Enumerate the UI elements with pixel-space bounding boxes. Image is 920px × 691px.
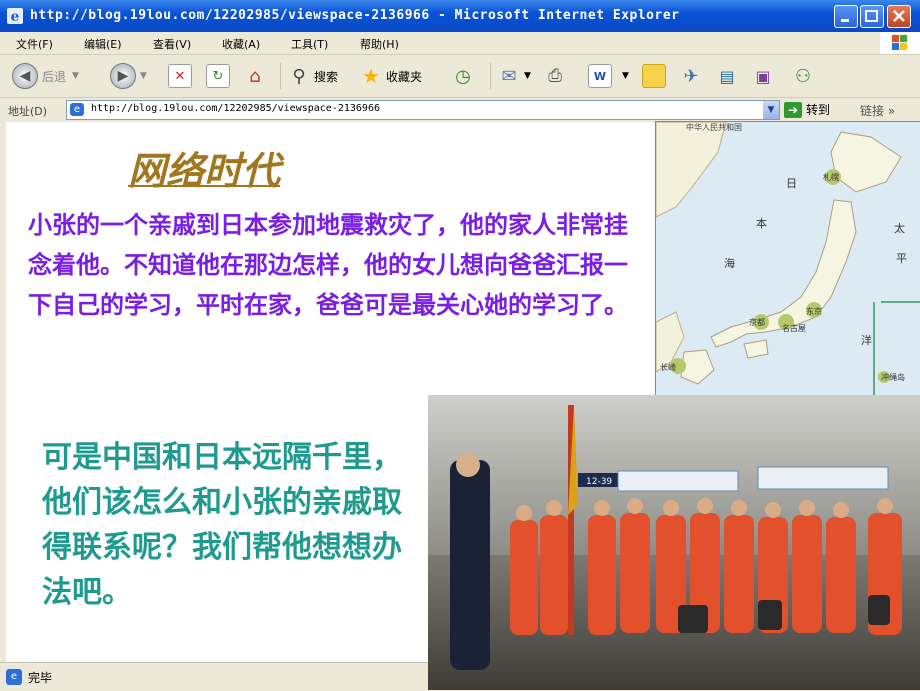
japan-map-image: 中华人民共和国 日 本 海 太 平 洋 札幌 京都 名古屋 东京 长崎 冲绳岛 — [655, 121, 920, 399]
mail-icon: ✉ — [501, 65, 517, 87]
menu-file[interactable]: 文件(F) — [16, 36, 53, 52]
links-label: 链接 — [860, 104, 885, 118]
window-title-bar[interactable]: e http://blog.19lou.com/12202985/viewspa… — [0, 0, 920, 32]
map-label: 太 — [894, 222, 905, 235]
links-button[interactable]: 链接 » — [860, 102, 895, 119]
close-icon — [893, 10, 905, 22]
dropdown-arrow-icon: ▼ — [524, 71, 531, 81]
dropdown-arrow-icon: ▼ — [72, 71, 79, 81]
address-input[interactable]: e http://blog.19lou.com/12202985/viewspa… — [66, 100, 780, 120]
forward-arrow-icon: ▶ — [110, 63, 136, 89]
svg-text:e: e — [11, 9, 20, 25]
search-button[interactable]: ⚲ 搜索 — [288, 62, 338, 90]
media-button[interactable]: ▣ — [752, 62, 778, 90]
slide-paragraph-2: 可是中国和日本远隔千里，他们该怎么和小张的亲戚取得联系呢？我们帮他想想办法吧。 — [42, 440, 402, 610]
home-button[interactable]: ⌂ — [244, 62, 270, 90]
address-label: 地址(D) — [8, 105, 48, 118]
status-bar: e 完毕 — [0, 662, 428, 691]
menu-bar: 文件(F) 编辑(E) 查看(V) 收藏(A) 工具(T) 帮助(H) — [0, 32, 920, 55]
rescue-team-photo: 12-39 — [428, 395, 920, 690]
map-label: 长崎 — [660, 362, 676, 372]
map-label: 海 — [724, 256, 735, 270]
address-dropdown-icon[interactable]: ▼ — [763, 101, 779, 119]
minimize-icon — [841, 19, 849, 22]
map-label: 东京 — [806, 306, 822, 316]
print-button[interactable]: ⎙ — [544, 62, 570, 90]
edit-word-button[interactable]: W ▼ — [588, 62, 629, 90]
go-label: 转到 — [806, 103, 831, 117]
go-button[interactable]: ➔ 转到 — [784, 101, 830, 118]
back-label: 后退 — [42, 69, 67, 84]
favorites-star-icon: ★ — [362, 64, 380, 88]
mail-button[interactable]: ✉ ▼ — [498, 62, 531, 90]
research-icon: ▤ — [719, 66, 735, 86]
forward-button[interactable]: ▶ ▼ — [110, 62, 147, 90]
map-label: 冲绳岛 — [881, 372, 905, 382]
toolbar: ◀ 后退 ▼ ▶ ▼ ✕ ↻ ⌂ ⚲ 搜索 ★ 收藏夹 ◷ ✉ ▼ ⎙ W ▼ … — [0, 55, 920, 98]
map-label: 名古屋 — [782, 323, 806, 333]
map-label: 本 — [756, 216, 767, 230]
map-label: 日 — [786, 177, 797, 190]
search-icon: ⚲ — [292, 65, 306, 87]
discuss-button[interactable] — [642, 62, 670, 90]
contacts-button[interactable]: ⚇ — [792, 62, 818, 90]
toolbar-separator — [280, 63, 281, 89]
minimize-button[interactable] — [834, 5, 858, 28]
refresh-icon: ↻ — [206, 64, 230, 88]
favorites-label: 收藏夹 — [386, 69, 423, 84]
history-button[interactable]: ◷ — [452, 62, 478, 90]
back-arrow-icon: ◀ — [12, 63, 38, 89]
messenger-button[interactable]: ✈ — [680, 62, 706, 90]
menu-favorites[interactable]: 收藏(A) — [222, 36, 260, 52]
dropdown-arrow-icon: ▼ — [622, 71, 629, 81]
menu-tools[interactable]: 工具(T) — [291, 36, 328, 52]
page-done-icon: e — [6, 669, 22, 685]
print-icon: ⎙ — [548, 66, 562, 86]
refresh-button[interactable]: ↻ — [206, 62, 234, 90]
folder-icon — [642, 64, 666, 88]
favorites-button[interactable]: ★ 收藏夹 — [360, 62, 422, 90]
windows-logo-icon — [880, 32, 920, 54]
map-label: 札幌 — [823, 172, 839, 182]
map-label: 洋 — [861, 333, 872, 347]
menu-view[interactable]: 查看(V) — [153, 36, 191, 52]
research-button[interactable]: ▤ — [716, 62, 742, 90]
word-icon: W — [588, 64, 612, 88]
map-header: 中华人民共和国 — [686, 122, 742, 132]
sign-number: 12-39 — [586, 477, 612, 487]
close-button[interactable] — [887, 5, 911, 28]
toolbar-separator — [490, 63, 491, 89]
search-label: 搜索 — [314, 69, 339, 84]
menu-help[interactable]: 帮助(H) — [360, 36, 399, 52]
stop-icon: ✕ — [168, 64, 192, 88]
maximize-icon — [865, 10, 878, 22]
slide-title: 网络时代 — [128, 148, 281, 193]
contacts-icon: ⚇ — [794, 65, 812, 87]
dropdown-arrow-icon: ▼ — [140, 71, 147, 81]
map-label: 平 — [896, 252, 907, 265]
media-icon: ▣ — [755, 66, 771, 86]
window-title: http://blog.19lou.com/12202985/viewspace… — [30, 8, 680, 23]
menu-edit[interactable]: 编辑(E) — [84, 36, 122, 52]
go-arrow-icon: ➔ — [784, 101, 802, 118]
page-icon: e — [70, 103, 84, 116]
slide-paragraph-1: 小张的一个亲戚到日本参加地震救灾了，他的家人非常挂念着他。不知道他在那边怎样，他… — [28, 211, 628, 319]
back-button[interactable]: ◀ 后退 ▼ — [12, 62, 79, 90]
stop-button[interactable]: ✕ — [168, 62, 196, 90]
ie-logo-icon: e — [7, 8, 23, 25]
home-icon: ⌂ — [249, 65, 261, 87]
history-icon: ◷ — [455, 65, 471, 87]
messenger-icon: ✈ — [683, 65, 699, 87]
maximize-button[interactable] — [860, 5, 884, 28]
address-bar: 地址(D) e http://blog.19lou.com/12202985/v… — [0, 98, 920, 122]
address-url: http://blog.19lou.com/12202985/viewspace… — [91, 103, 380, 114]
status-text: 完毕 — [28, 671, 53, 685]
map-label: 京都 — [749, 317, 765, 327]
